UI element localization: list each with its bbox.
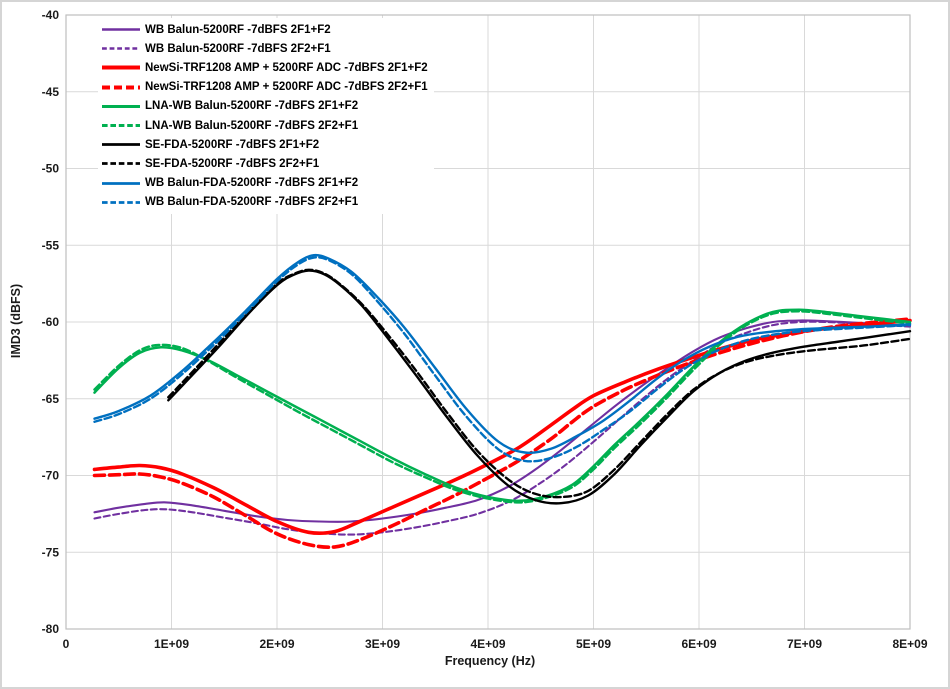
legend-label: WB Balun-5200RF -7dBFS 2F1+F2 <box>145 24 331 36</box>
legend-label: LNA-WB Balun-5200RF -7dBFS 2F2+F1 <box>145 120 358 132</box>
x-tick-label: 3E+09 <box>365 637 400 651</box>
y-tick-label: -80 <box>42 622 60 636</box>
legend-line-sample <box>102 65 140 70</box>
x-tick-label: 5E+09 <box>576 637 611 651</box>
y-tick-label: -45 <box>42 85 60 99</box>
chart-legend: WB Balun-5200RF -7dBFS 2F1+F2 WB Balun-52… <box>98 18 434 214</box>
legend-label: WB Balun-5200RF -7dBFS 2F2+F1 <box>145 43 331 55</box>
y-tick-label: -70 <box>42 469 60 483</box>
legend-label: WB Balun-FDA-5200RF -7dBFS 2F1+F2 <box>145 177 358 189</box>
y-tick-label: -60 <box>42 315 60 329</box>
y-tick-label: -65 <box>42 392 60 406</box>
legend-item: LNA-WB Balun-5200RF -7dBFS 2F2+F1 <box>102 116 428 135</box>
legend-label: SE-FDA-5200RF -7dBFS 2F1+F2 <box>145 139 319 151</box>
x-tick-label: 0 <box>63 637 70 651</box>
legend-item: WB Balun-5200RF -7dBFS 2F1+F2 <box>102 20 428 39</box>
legend-line-sample <box>102 181 140 186</box>
legend-line-sample <box>102 161 140 166</box>
legend-item: NewSi-TRF1208 AMP + 5200RF ADC -7dBFS 2F… <box>102 78 428 97</box>
legend-item: LNA-WB Balun-5200RF -7dBFS 2F1+F2 <box>102 97 428 116</box>
legend-item: WB Balun-5200RF -7dBFS 2F2+F1 <box>102 39 428 58</box>
legend-label: WB Balun-FDA-5200RF -7dBFS 2F2+F1 <box>145 196 358 208</box>
series-line <box>168 271 910 504</box>
legend-line-sample <box>102 123 140 128</box>
x-tick-label: 7E+09 <box>787 637 822 651</box>
legend-line-sample <box>102 142 140 147</box>
y-tick-label: -50 <box>42 162 60 176</box>
series-line <box>168 270 910 497</box>
legend-line-sample <box>102 85 140 90</box>
legend-item: WB Balun-FDA-5200RF -7dBFS 2F2+F1 <box>102 193 428 212</box>
y-axis-title: IMD3 (dBFS) <box>9 161 23 481</box>
series-line <box>95 257 911 461</box>
legend-line-sample <box>102 200 140 205</box>
x-tick-label: 2E+09 <box>259 637 294 651</box>
legend-item: NewSi-TRF1208 AMP + 5200RF ADC -7dBFS 2F… <box>102 58 428 77</box>
legend-item: SE-FDA-5200RF -7dBFS 2F1+F2 <box>102 135 428 154</box>
legend-label: NewSi-TRF1208 AMP + 5200RF ADC -7dBFS 2F… <box>145 62 428 74</box>
legend-line-sample <box>102 104 140 109</box>
y-tick-label: -40 <box>42 8 60 22</box>
y-tick-label: -55 <box>42 238 60 252</box>
legend-item: WB Balun-FDA-5200RF -7dBFS 2F1+F2 <box>102 174 428 193</box>
legend-label: NewSi-TRF1208 AMP + 5200RF ADC -7dBFS 2F… <box>145 81 428 93</box>
legend-item: SE-FDA-5200RF -7dBFS 2F2+F1 <box>102 154 428 173</box>
x-tick-label: 8E+09 <box>892 637 927 651</box>
x-tick-label: 4E+09 <box>470 637 505 651</box>
legend-label: LNA-WB Balun-5200RF -7dBFS 2F1+F2 <box>145 100 358 112</box>
legend-line-sample <box>102 46 140 51</box>
y-tick-label: -75 <box>42 545 60 559</box>
imd3-vs-frequency-chart: 0 1E+09 2E+09 3E+09 4E+09 5E+09 6E+09 7E+09 8E+0… <box>0 0 950 689</box>
x-tick-label: 1E+09 <box>154 637 189 651</box>
x-tick-label: 6E+09 <box>681 637 716 651</box>
x-axis-title: Frequency (Hz) <box>68 654 912 668</box>
legend-line-sample <box>102 27 140 32</box>
legend-label: SE-FDA-5200RF -7dBFS 2F2+F1 <box>145 158 319 170</box>
